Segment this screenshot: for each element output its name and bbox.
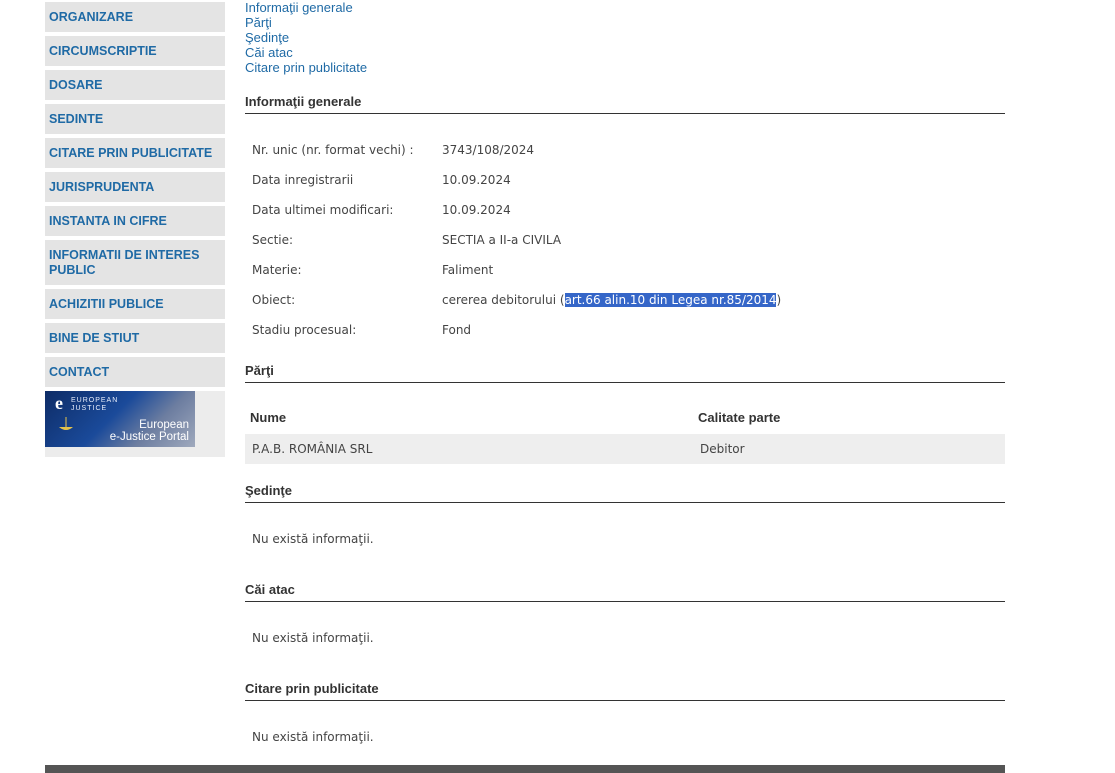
info-value-obiect: cererea debitorului (art.66 alin.10 din … (442, 293, 782, 307)
party-role: Debitor (700, 442, 745, 456)
section-title-sedinte: Şedinţe (245, 483, 1005, 503)
table-header-calitate-parte: Calitate parte (698, 410, 781, 425)
ejustice-portal-banner[interactable]: e EUROPEAN JUSTICE European e-Justice Po… (45, 391, 195, 447)
anchor-sedinte[interactable]: Şedinţe (245, 30, 367, 45)
sidebar-nav: ORGANIZARE CIRCUMSCRIPTIE DOSARE SEDINTE… (45, 0, 225, 457)
ejustice-banner-container: e EUROPEAN JUSTICE European e-Justice Po… (45, 391, 225, 457)
sidebar-item-achizitii-publice[interactable]: ACHIZITII PUBLICE (45, 289, 225, 319)
info-value: 3743/108/2024 (442, 143, 535, 157)
info-value: Fond (442, 323, 472, 337)
info-label: Nr. unic (nr. format vechi) : (252, 143, 414, 157)
sidebar-item-sedinte[interactable]: SEDINTE (45, 104, 225, 134)
info-value: Faliment (442, 263, 494, 277)
info-value: 10.09.2024 (442, 203, 511, 217)
section-title-informatii-generale: Informaţii generale (245, 94, 1005, 114)
anchor-informatii-generale[interactable]: Informaţii generale (245, 0, 367, 15)
ejustice-logo-text: EUROPEAN JUSTICE (71, 397, 119, 412)
section-title-citare-prin-publicitate: Citare prin publicitate (245, 681, 1005, 701)
info-label: Sectie: (252, 233, 294, 247)
info-label: Data inregistrarii (252, 173, 354, 187)
sidebar-item-jurisprudenta[interactable]: JURISPRUDENTA (45, 172, 225, 202)
anchor-parti[interactable]: Părţi (245, 15, 367, 30)
anchor-cai-atac[interactable]: Căi atac (245, 45, 367, 60)
sidebar-item-informatii-de-interes-public[interactable]: INFORMATII DE INTERES PUBLIC (45, 240, 225, 285)
info-label: Stadiu procesual: (252, 323, 357, 337)
sidebar-item-organizare[interactable]: ORGANIZARE (45, 2, 225, 32)
sidebar-item-instanta-in-cifre[interactable]: INSTANTA IN CIFRE (45, 206, 225, 236)
info-label: Materie: (252, 263, 302, 277)
empty-message-citare: Nu există informaţii. (252, 730, 374, 744)
info-label: Data ultimei modificari: (252, 203, 394, 217)
section-anchor-links: Informaţii generale Părţi Şedinţe Căi at… (245, 0, 367, 75)
info-label: Obiect: (252, 293, 296, 307)
info-value: SECTIA a II-a CIVILA (442, 233, 562, 247)
sidebar-item-contact[interactable]: CONTACT (45, 357, 225, 387)
footer-bar (45, 765, 1005, 773)
empty-message-sedinte: Nu există informaţii. (252, 532, 374, 546)
section-title-parti: Părţi (245, 363, 1005, 383)
party-name: P.A.B. ROMÂNIA SRL (252, 442, 373, 456)
scales-of-justice-icon (59, 417, 73, 430)
ejustice-portal-label: European e-Justice Portal (109, 419, 189, 443)
selected-text: art.66 alin.10 din Legea nr.85/2014 (564, 293, 777, 307)
section-title-cai-atac: Căi atac (245, 582, 1005, 602)
table-header-nume: Nume (250, 410, 287, 425)
anchor-citare-prin-publicitate[interactable]: Citare prin publicitate (245, 60, 367, 75)
sidebar-item-dosare[interactable]: DOSARE (45, 70, 225, 100)
sidebar-item-circumscriptie[interactable]: CIRCUMSCRIPTIE (45, 36, 225, 66)
table-row: P.A.B. ROMÂNIA SRL Debitor (245, 434, 1005, 464)
ejustice-logo-e: e (55, 393, 63, 413)
sidebar-item-bine-de-stiut[interactable]: BINE DE STIUT (45, 323, 225, 353)
info-value: 10.09.2024 (442, 173, 511, 187)
empty-message-cai-atac: Nu există informaţii. (252, 631, 374, 645)
sidebar-item-citare-prin-publicitate[interactable]: CITARE PRIN PUBLICITATE (45, 138, 225, 168)
